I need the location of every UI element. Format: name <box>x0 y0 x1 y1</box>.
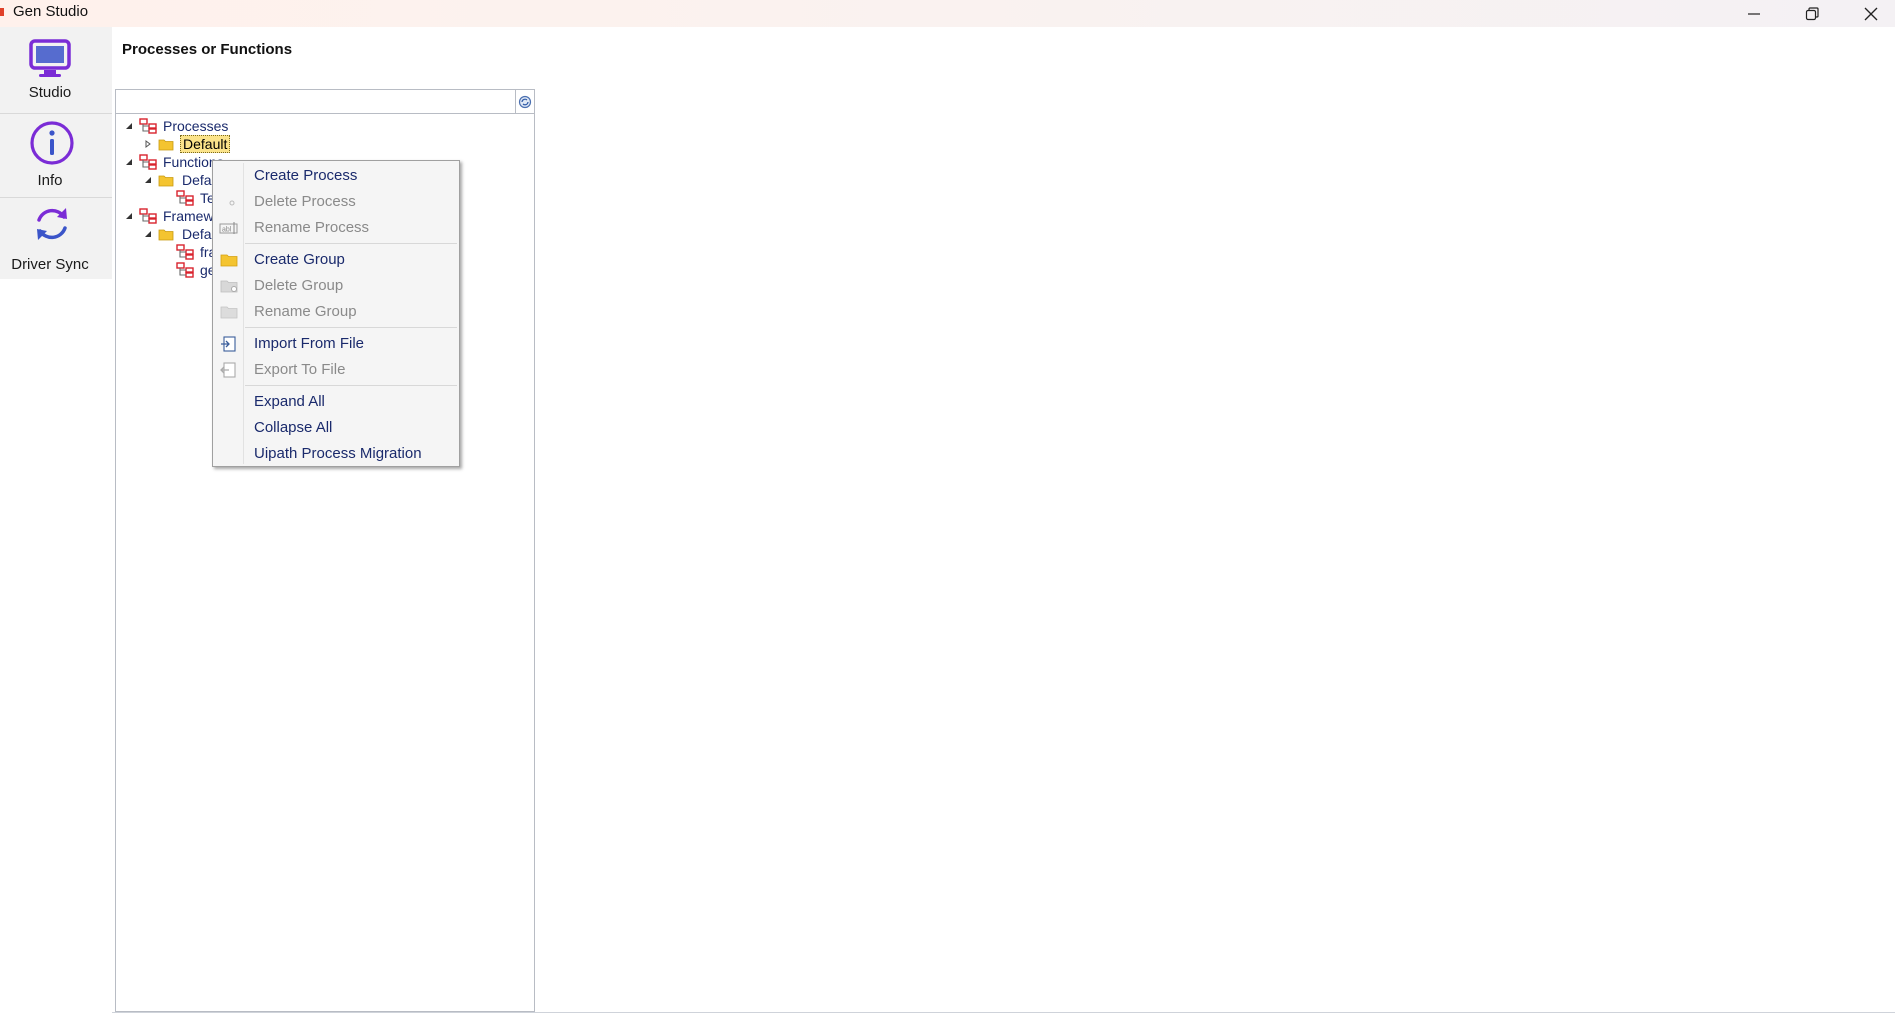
hierarchy-icon <box>139 118 157 134</box>
export-icon <box>219 362 239 378</box>
search-refresh-icon <box>518 95 532 108</box>
hierarchy-icon <box>176 190 194 206</box>
window-title: Gen Studio <box>13 3 89 20</box>
hierarchy-icon <box>139 208 157 224</box>
left-nav: Studio Info Driver Sync <box>0 27 112 279</box>
menu-item-export-to-file[interactable]: Export To File <box>215 357 457 383</box>
nav-item-studio[interactable]: Studio <box>0 27 112 111</box>
menu-item-rename-group[interactable]: Rename Group <box>215 299 457 325</box>
folder-icon <box>158 226 176 242</box>
hierarchy-icon <box>176 262 194 278</box>
hierarchy-icon <box>139 154 157 170</box>
collapse-arrow-icon[interactable] <box>123 210 135 222</box>
tree-node-label: Processes <box>163 118 229 134</box>
tree-node-processes[interactable]: Processes <box>123 116 230 136</box>
app-icon <box>0 8 4 16</box>
tree-node-processes-default[interactable]: Default <box>142 134 231 154</box>
close-button[interactable] <box>1843 0 1895 27</box>
nav-divider <box>0 113 112 114</box>
menu-item-uipath-process-migration[interactable]: Uipath Process Migration <box>215 441 457 467</box>
folder-icon <box>158 136 176 152</box>
nav-item-driver-sync[interactable]: Driver Sync <box>0 199 112 283</box>
status-divider <box>112 1012 1895 1013</box>
menu-item-delete-process[interactable]: Delete Process <box>215 189 457 215</box>
import-icon <box>219 336 239 352</box>
menu-item-label: Export To File <box>254 361 346 378</box>
tree-node-functions[interactable]: Functions <box>123 152 226 172</box>
nav-label-driver-sync: Driver Sync <box>11 256 89 273</box>
restore-button[interactable] <box>1784 0 1840 27</box>
menu-item-label: Rename Group <box>254 303 357 320</box>
title-bar: Gen Studio <box>0 0 1895 27</box>
rename-folder-icon <box>219 304 239 320</box>
svg-text:abl: abl <box>222 227 232 234</box>
context-menu: Create Process Delete Process abl Rename… <box>212 160 460 467</box>
collapse-arrow-icon[interactable] <box>142 228 154 240</box>
menu-item-label: Create Group <box>254 251 345 268</box>
folder-icon <box>219 252 239 268</box>
monitor-icon <box>28 37 72 86</box>
info-icon <box>29 120 75 171</box>
nav-label-studio: Studio <box>28 84 72 101</box>
menu-item-rename-process[interactable]: abl Rename Process <box>215 215 457 241</box>
expand-arrow-icon[interactable] <box>142 138 154 150</box>
hierarchy-icon <box>176 244 194 260</box>
close-icon <box>1864 7 1878 20</box>
menu-item-label: Import From File <box>254 335 365 352</box>
menu-item-label: Rename Process <box>254 219 370 236</box>
collapse-arrow-icon[interactable] <box>142 174 154 186</box>
menu-item-label: Create Process <box>254 167 358 184</box>
minimize-icon <box>1748 12 1760 15</box>
menu-separator <box>245 243 457 244</box>
menu-separator <box>245 385 457 386</box>
menu-item-label: Delete Process <box>254 193 356 210</box>
minimize-button[interactable] <box>1726 0 1782 27</box>
menu-item-collapse-all[interactable]: Collapse All <box>215 415 457 441</box>
collapse-arrow-icon[interactable] <box>123 156 135 168</box>
menu-item-expand-all[interactable]: Expand All <box>215 389 457 415</box>
tree-node-label: Default <box>180 135 231 153</box>
nav-item-info[interactable]: Info <box>0 115 112 199</box>
menu-item-label: Uipath Process Migration <box>254 445 422 462</box>
menu-separator <box>245 327 457 328</box>
tree-node-function-item[interactable]: Te <box>176 188 217 208</box>
sync-icon <box>30 202 74 251</box>
menu-item-label: Collapse All <box>254 419 333 436</box>
rename-process-icon: abl <box>219 220 239 236</box>
panel-title: Processes or Functions <box>122 41 293 58</box>
menu-item-create-process[interactable]: Create Process <box>215 163 457 189</box>
nav-label-info: Info <box>37 172 63 189</box>
menu-item-label: Expand All <box>254 393 325 410</box>
menu-item-create-group[interactable]: Create Group <box>215 247 457 273</box>
collapse-arrow-icon[interactable] <box>123 120 135 132</box>
menu-item-delete-group[interactable]: Delete Group <box>215 273 457 299</box>
delete-process-icon <box>219 194 239 210</box>
restore-icon <box>1805 6 1819 20</box>
search-button[interactable] <box>516 90 534 114</box>
search-input[interactable] <box>116 90 516 114</box>
nav-divider <box>0 197 112 198</box>
menu-item-import-from-file[interactable]: Import From File <box>215 331 457 357</box>
delete-folder-icon <box>219 278 239 294</box>
folder-icon <box>158 172 176 188</box>
menu-item-label: Delete Group <box>254 277 344 294</box>
